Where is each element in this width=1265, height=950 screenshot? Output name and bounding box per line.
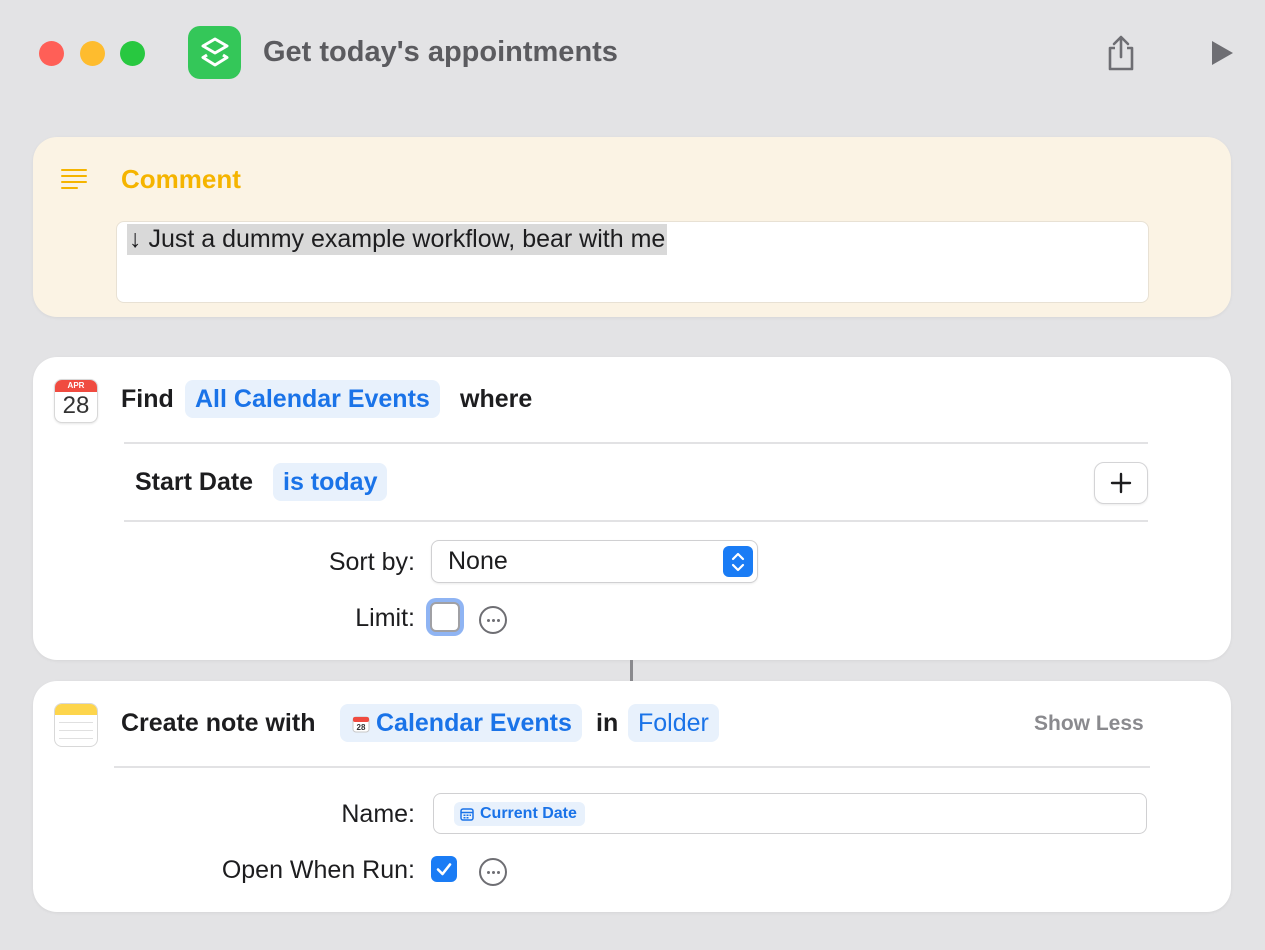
ellipsis-icon	[486, 870, 490, 874]
plus-icon	[1110, 472, 1132, 494]
sort-by-select[interactable]: None	[431, 540, 758, 583]
calendar-icon: APR 28	[54, 379, 98, 423]
share-icon	[1108, 35, 1134, 71]
limit-checkbox[interactable]	[430, 602, 460, 632]
window-title: Get today's appointments	[263, 36, 618, 68]
limit-label: Limit:	[355, 604, 415, 632]
current-date-token[interactable]: Current Date	[454, 802, 585, 826]
comment-text-area[interactable]: ↓ Just a dummy example workflow, bear wi…	[116, 221, 1149, 303]
find-label: Find	[121, 385, 174, 413]
calendar-events-token[interactable]: 28 Calendar Events	[340, 704, 582, 742]
folder-token[interactable]: Folder	[628, 704, 719, 742]
open-when-run-label: Open When Run:	[221, 856, 415, 884]
all-calendar-events-token[interactable]: All Calendar Events	[185, 380, 440, 418]
shortcut-editor-window: Get today's appointments Comment ↓ Just …	[0, 0, 1265, 950]
where-label: where	[460, 385, 533, 413]
create-note-label: Create note with	[121, 709, 316, 737]
calendar-icon-day: 28	[62, 392, 90, 419]
filter-field-start-date[interactable]: Start Date	[135, 468, 253, 497]
ellipsis-icon	[486, 618, 490, 622]
filter-condition-token[interactable]: is today	[273, 463, 388, 501]
find-calendar-events-card: APR 28 Find All Calendar Events where St…	[33, 357, 1231, 660]
note-name-field[interactable]: Current Date	[433, 793, 1147, 834]
calendar-small-icon	[460, 808, 474, 821]
calendar-icon-month: APR	[55, 380, 97, 392]
open-when-run-more-options-button[interactable]	[479, 858, 507, 886]
in-label: in	[596, 709, 619, 737]
maximize-window-button[interactable]	[120, 41, 145, 66]
comment-action-card: Comment ↓ Just a dummy example workflow,…	[33, 137, 1231, 317]
notes-icon	[54, 703, 98, 747]
comment-text: ↓ Just a dummy example workflow, bear wi…	[127, 224, 668, 255]
svg-text:28: 28	[357, 723, 366, 732]
comment-title: Comment	[121, 164, 241, 194]
action-connector	[630, 660, 633, 681]
play-icon	[1212, 41, 1233, 65]
note-divider	[114, 766, 1150, 768]
minimize-window-button[interactable]	[80, 41, 105, 66]
filter-divider-bottom	[124, 520, 1148, 522]
filter-divider-top	[124, 442, 1148, 444]
name-label: Name:	[341, 800, 415, 828]
close-window-button[interactable]	[39, 41, 64, 66]
sort-by-value: None	[448, 547, 508, 575]
share-button[interactable]	[1098, 30, 1144, 76]
create-note-card: Create note with 28 Calendar Events in F…	[33, 681, 1231, 912]
calendar-icon: 28	[352, 716, 370, 733]
text-lines-icon	[61, 167, 87, 196]
run-button[interactable]	[1198, 30, 1244, 76]
checkmark-icon	[436, 863, 452, 876]
updown-chevron-icon	[723, 546, 753, 577]
show-less-button[interactable]: Show Less	[1034, 712, 1144, 736]
limit-more-options-button[interactable]	[479, 606, 507, 634]
sort-by-label: Sort by:	[328, 548, 415, 576]
open-when-run-checkbox[interactable]	[431, 856, 457, 882]
add-filter-button[interactable]	[1094, 462, 1148, 504]
current-date-token-label: Current Date	[480, 805, 577, 822]
calendar-events-token-label: Calendar Events	[376, 709, 572, 737]
shortcuts-app-icon	[188, 26, 241, 79]
